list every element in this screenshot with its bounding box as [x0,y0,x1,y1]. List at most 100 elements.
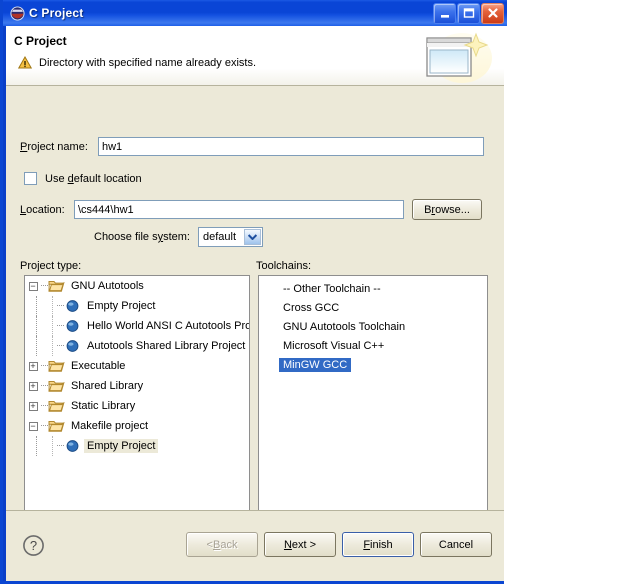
folder-icon [48,278,65,294]
tree-row[interactable]: Empty Project [25,296,249,316]
tree-indent [25,316,41,336]
new-project-wizard-icon [410,28,498,84]
toolchain-item-label: Microsoft Visual C++ [279,339,388,353]
close-button[interactable] [481,3,504,24]
tree-row-label: GNU Autotools [68,279,147,293]
sphere-icon [64,338,81,354]
expand-icon[interactable]: + [29,382,38,391]
toolchain-item-label: GNU Autotools Toolchain [279,320,409,334]
expand-icon[interactable]: + [29,362,38,371]
project-name-input[interactable]: hw1 [98,137,484,156]
folder-icon [48,358,65,374]
tree-connector [57,345,64,347]
folder-icon [48,398,65,414]
tree-row[interactable]: − Makefile project [25,416,249,436]
next-button[interactable]: Next > [264,532,336,557]
toolchain-item-label: Cross GCC [279,301,343,315]
file-system-value: default [203,231,236,243]
tree-row[interactable]: − GNU Autotools [25,276,249,296]
folder-icon [48,378,65,394]
tree-row[interactable]: Empty Project [25,436,249,456]
back-button[interactable]: < Back [186,532,258,557]
tree-row-label: Makefile project [68,419,151,433]
page-title: C Project [14,34,67,48]
sphere-icon [64,338,81,354]
location-input[interactable]: \cs444\hw1 [74,200,404,219]
tree-row-label: Hello World ANSI C Autotools Proj [84,319,249,333]
window-title: C Project [29,6,432,20]
sphere-icon [64,438,81,454]
tree-expander-cell[interactable]: − [25,276,41,296]
tree-row[interactable]: + Executable [25,356,249,376]
project-type-label: Project type: [20,260,81,272]
warning-icon [18,56,32,69]
tree-expander-cell[interactable]: + [25,376,41,396]
collapse-icon[interactable]: − [29,422,38,431]
project-name-label: Project name: [20,141,98,153]
toolchain-item[interactable]: GNU Autotools Toolchain [259,317,487,336]
title-bar[interactable]: C Project [3,0,507,26]
sphere-icon [64,298,81,314]
file-system-row: Choose file system: default [94,227,263,247]
cancel-button[interactable]: Cancel [420,532,492,557]
tree-connector [41,385,48,387]
tree-connector [57,305,64,307]
expand-icon[interactable]: + [29,402,38,411]
sphere-icon [64,438,81,454]
toolchain-item[interactable]: Microsoft Visual C++ [259,336,487,355]
tree-expander-cell [41,436,57,456]
finish-button[interactable]: Finish [342,532,414,557]
tree-expander-cell [41,296,57,316]
tree-row-label: Executable [68,359,128,373]
sphere-icon [64,298,81,314]
collapse-icon[interactable]: − [29,282,38,291]
help-icon[interactable]: ? [22,534,45,557]
browse-button[interactable]: Browse... [412,199,482,220]
project-type-tree[interactable]: − GNU Autotools Empty Project Hello World A… [24,275,250,537]
c-project-dialog: C Project C Project [0,0,504,584]
tree-row[interactable]: Autotools Shared Library Project [25,336,249,356]
toolchain-item[interactable]: -- Other Toolchain -- [259,279,487,298]
project-name-row: Project name: hw1 [20,137,484,156]
tree-expander-cell [41,336,57,356]
minimize-button[interactable] [433,3,456,24]
tree-row-label: Shared Library [68,379,146,393]
tree-connector [57,445,64,447]
use-default-location-row[interactable]: Use default location [24,172,142,185]
maximize-button[interactable] [457,3,480,24]
toolchains-list[interactable]: -- Other Toolchain -- Cross GCC GNU Autoto… [258,275,488,537]
dialog-client-area: C Project Directory with specified name … [6,26,504,581]
tree-connector [41,365,48,367]
tree-connector [41,405,48,407]
toolchain-item[interactable]: Cross GCC [259,298,487,317]
tree-row-label: Empty Project [84,439,158,453]
toolchain-item-label: -- Other Toolchain -- [279,282,385,296]
use-default-location-checkbox[interactable] [24,172,37,185]
toolchain-item-label: MinGW GCC [279,358,351,372]
eclipse-icon [10,6,25,21]
wizard-buttons: < Back Next > Finish Cancel [186,532,492,557]
tree-expander-cell[interactable]: − [25,416,41,436]
tree-row[interactable]: + Static Library [25,396,249,416]
folder-icon [48,358,65,374]
folder-icon [48,418,65,434]
tree-expander-cell[interactable]: + [25,396,41,416]
toolchains-label: Toolchains: [256,260,311,272]
wizard-form: Project name: hw1 Use default location L… [6,87,504,510]
toolchain-item[interactable]: MinGW GCC [259,355,487,374]
tree-expander-cell[interactable]: + [25,356,41,376]
location-label: Location: [20,204,74,216]
tree-row[interactable]: Hello World ANSI C Autotools Proj [25,316,249,336]
tree-connector [41,425,48,427]
chevron-down-icon[interactable] [244,229,261,245]
file-system-select[interactable]: default [198,227,263,247]
button-bar: ? < Back Next > Finish Cancel [6,511,504,581]
svg-text:?: ? [30,538,37,553]
tree-indent [25,336,41,356]
folder-icon [48,378,65,394]
folder-icon [48,278,65,294]
tree-row-label: Autotools Shared Library Project [84,339,248,353]
tree-connector [57,325,64,327]
tree-row-label: Static Library [68,399,138,413]
tree-row[interactable]: + Shared Library [25,376,249,396]
